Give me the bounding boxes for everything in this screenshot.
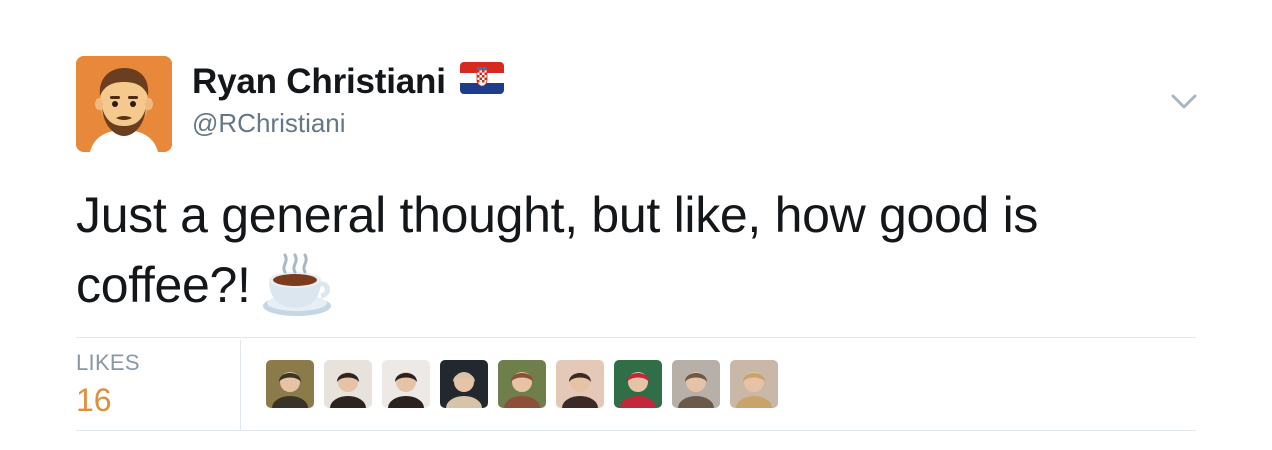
cartoon-face-avatar-icon <box>76 56 172 152</box>
tweet-body: Just a general thought, but like, how go… <box>76 180 1206 320</box>
liker-avatar-7[interactable] <box>614 360 662 408</box>
likes-stat[interactable]: LIKES 16 <box>76 340 241 430</box>
liker-avatar-2[interactable] <box>324 360 372 408</box>
divider-top <box>76 337 1196 338</box>
croatia-flag-icon <box>459 62 504 94</box>
hot-beverage-icon <box>261 250 333 320</box>
likes-label: LIKES <box>76 350 140 375</box>
liker-avatar-9[interactable] <box>730 360 778 408</box>
liker-avatar-5[interactable] <box>498 360 546 408</box>
author-name-row: Ryan Christiani <box>192 60 504 104</box>
liker-avatar-1[interactable] <box>266 360 314 408</box>
liker-avatar-4[interactable] <box>440 360 488 408</box>
author-avatar[interactable] <box>76 56 172 152</box>
likers-list <box>266 360 788 408</box>
liker-avatar-8[interactable] <box>672 360 720 408</box>
divider-bottom <box>76 430 1196 431</box>
liker-avatar-6[interactable] <box>556 360 604 408</box>
author-handle[interactable]: @RChristiani <box>192 108 346 139</box>
tweet-text: Just a general thought, but like, how go… <box>76 187 1039 313</box>
liker-avatar-3[interactable] <box>382 360 430 408</box>
chevron-down-icon[interactable] <box>1168 90 1200 114</box>
author-display-name[interactable]: Ryan Christiani <box>192 62 446 102</box>
likes-count: 16 <box>76 382 112 418</box>
